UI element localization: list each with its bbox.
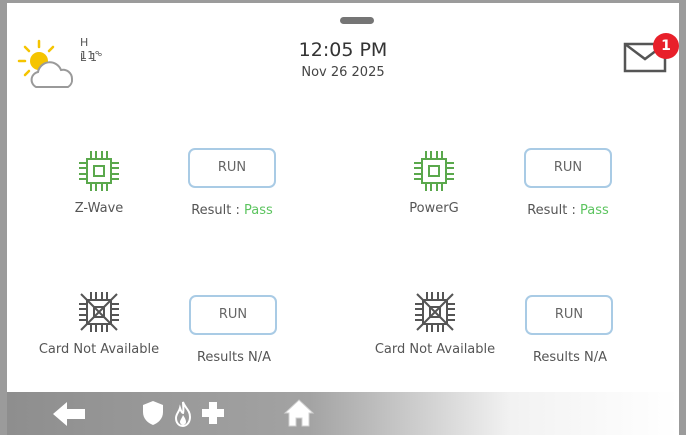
result-right-unavailable: Results N/A (532, 350, 608, 365)
run-button-zwave[interactable]: RUN (188, 148, 276, 188)
chip-icon (79, 151, 119, 191)
medical-cross-icon[interactable] (201, 401, 225, 425)
module-name: Card Not Available (374, 342, 496, 357)
module-name: Z-Wave (74, 201, 124, 216)
result-value: Pass (580, 203, 609, 218)
result-prefix: Result : (191, 203, 245, 218)
chip-icon (414, 151, 454, 191)
result-left-unavailable: Results N/A (196, 350, 272, 365)
result-value: Pass (244, 203, 273, 218)
shield-icon[interactable] (142, 400, 164, 426)
module-name: Card Not Available (38, 342, 160, 357)
home-icon[interactable] (283, 398, 315, 428)
result-prefix: Result : (527, 203, 581, 218)
current-time: 12:05 PM (298, 39, 388, 61)
back-arrow-icon[interactable] (51, 401, 87, 427)
module-powerg: PowerG (374, 149, 494, 216)
module-name: PowerG (409, 201, 459, 216)
run-button-left-unavailable[interactable]: RUN (189, 295, 277, 335)
result-powerg: Result : Pass (498, 203, 638, 218)
run-button-right-unavailable[interactable]: RUN (525, 295, 613, 335)
bottom-navigation-bar (7, 392, 679, 435)
panel-screen: H 11° L 1° 12:05 PM Nov 26 2025 1 Z-Wave… (0, 0, 686, 435)
pull-down-handle[interactable] (340, 17, 374, 24)
run-button-powerg[interactable]: RUN (524, 148, 612, 188)
current-date: Nov 26 2025 (301, 65, 385, 80)
module-unavailable-right: Card Not Available (368, 290, 502, 357)
unread-message-badge: 1 (653, 33, 679, 59)
fire-icon[interactable] (172, 401, 194, 427)
chip-unavailable-icon (415, 292, 455, 332)
result-zwave: Result : Pass (162, 203, 302, 218)
module-zwave: Z-Wave (39, 149, 159, 216)
chip-unavailable-icon (79, 292, 119, 332)
module-unavailable-left: Card Not Available (32, 290, 166, 357)
